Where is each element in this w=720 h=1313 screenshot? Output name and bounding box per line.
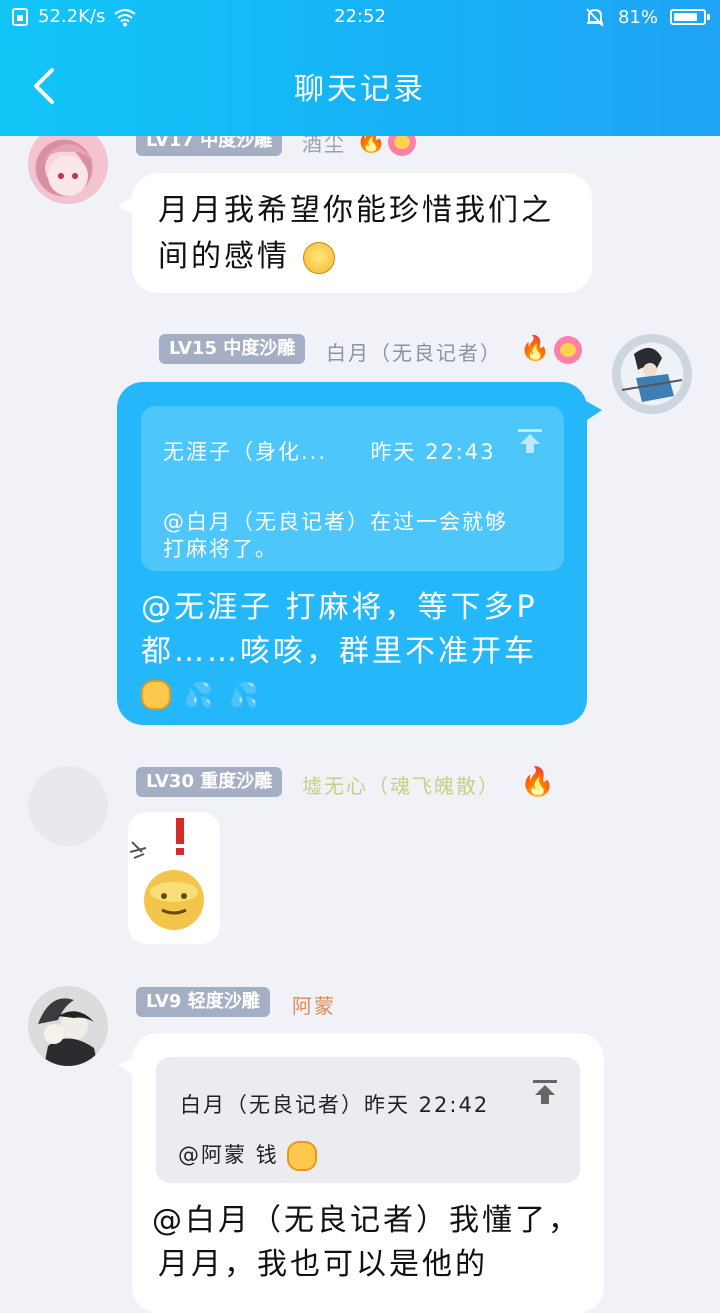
jump-to-top-icon[interactable]: [532, 1079, 558, 1105]
message-text-line: 月月我希望你能珍惜我们之: [158, 193, 554, 228]
battery-icon: [670, 9, 710, 25]
battery-percent: 81%: [617, 6, 658, 28]
avatar[interactable]: [28, 124, 108, 204]
reply-quote[interactable]: 白月（无良记者）昨天 22:42 @阿蒙 钱: [156, 1057, 580, 1183]
level-badge: LV15 中度沙雕: [159, 334, 306, 364]
avatar[interactable]: [612, 334, 692, 414]
sender-name[interactable]: 白月（无良记者）: [326, 337, 502, 366]
quote-author-time: 白月（无良记者）昨天 22:42: [180, 1093, 490, 1117]
reply-quote[interactable]: 无涯子（身化... 昨天 22:43 @白月（无良记者）在过一会就够 打麻将了。: [141, 406, 564, 571]
title-bar: 52.2K/s 22:52 81% 聊天记录: [0, 0, 720, 136]
grin-face-icon: [302, 241, 335, 274]
big-fire-icon: 🔥: [520, 765, 555, 798]
sticker-image[interactable]: [128, 812, 220, 944]
smile-icon: [554, 336, 582, 364]
sender-name[interactable]: 墟无心（魂飞魄散）: [302, 770, 500, 799]
message-bubble[interactable]: 白月（无良记者）昨天 22:42 @阿蒙 钱 @白月（无良记者）我懂了， 月月，…: [132, 1033, 604, 1313]
quote-author: 无涯子（身化...: [163, 440, 328, 464]
fire-icon: 🔥: [520, 334, 550, 362]
message-bubble[interactable]: 无涯子（身化... 昨天 22:43 @白月（无良记者）在过一会就够 打麻将了。…: [117, 382, 587, 725]
level-badge: LV9 轻度沙雕: [136, 987, 270, 1017]
quote-text-line: @阿蒙 钱: [178, 1143, 279, 1167]
status-bar: 52.2K/s 22:52 81%: [0, 0, 720, 36]
message-text-line: 都……咳咳，群里不准开车: [141, 634, 537, 669]
sender-name[interactable]: 阿蒙: [292, 990, 336, 1019]
message-text-line: @无涯子 打麻将，等下多P: [141, 590, 538, 625]
doge-icon: [141, 679, 171, 710]
page-title: 聊天记录: [294, 72, 426, 107]
message-text-line: @白月（无良记者）我懂了，: [152, 1203, 581, 1238]
message-text-line: 间的感情: [158, 239, 290, 274]
avatar[interactable]: [28, 766, 108, 846]
doge-icon: [287, 1141, 318, 1171]
bell-muted-icon: [586, 8, 604, 27]
quote-text-line: 打麻将了。: [163, 537, 278, 561]
level-badge: LV30 重度沙雕: [136, 767, 283, 797]
quote-time: 昨天 22:43: [370, 440, 496, 464]
message-text-line: 月月，我也可以是他的: [158, 1247, 488, 1282]
message-bubble[interactable]: 月月我希望你能珍惜我们之 间的感情: [132, 173, 592, 293]
sweat-icon: 💦: [228, 680, 262, 709]
sweat-icon: 💦: [183, 680, 217, 709]
jump-to-top-icon[interactable]: [517, 428, 543, 454]
avatar[interactable]: [28, 986, 108, 1066]
